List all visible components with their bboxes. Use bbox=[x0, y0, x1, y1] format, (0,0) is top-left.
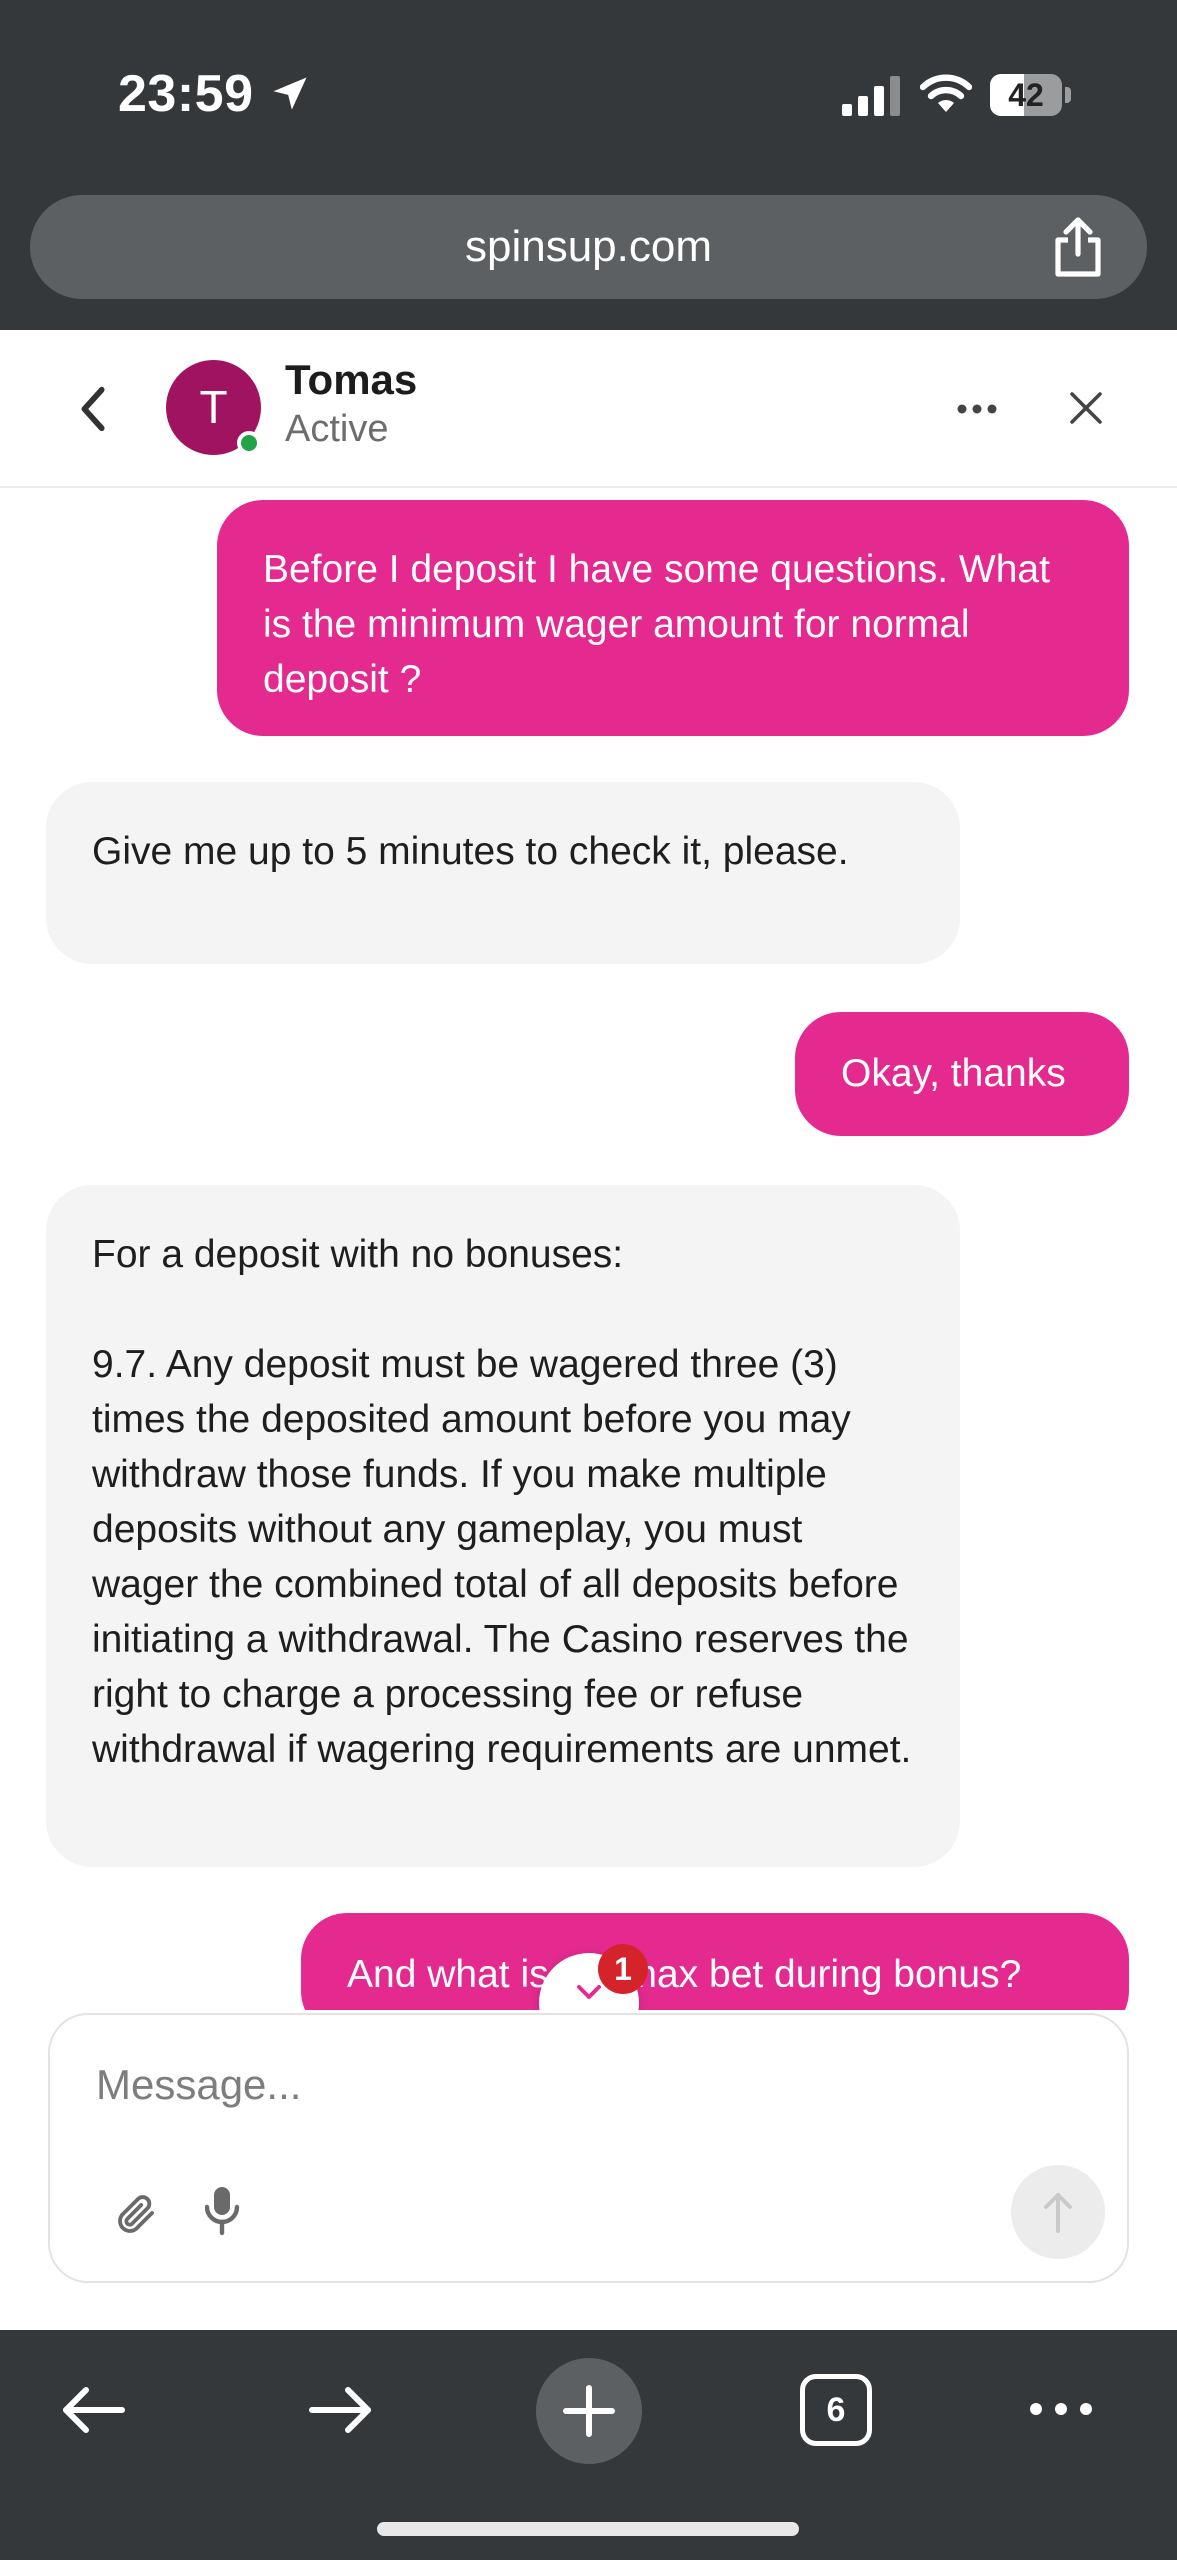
more-dots-icon[interactable] bbox=[952, 394, 1002, 424]
location-arrow-icon bbox=[273, 77, 307, 110]
agent-message: For a deposit with no bonuses: 9.7. Any … bbox=[46, 1185, 960, 1867]
message-list[interactable]: Before I deposit I have some questions. … bbox=[0, 490, 1177, 2010]
user-message: And what is the max bet during bonus? bbox=[301, 1913, 1129, 2010]
agent-name: Tomas bbox=[285, 356, 418, 403]
home-indicator bbox=[377, 2522, 799, 2536]
arrow-right-icon[interactable] bbox=[306, 2382, 376, 2438]
paperclip-icon[interactable] bbox=[112, 2190, 160, 2238]
battery-level: 42 bbox=[1008, 77, 1044, 113]
agent-message: Give me up to 5 minutes to check it, ple… bbox=[46, 782, 960, 964]
online-status-dot bbox=[237, 431, 261, 455]
url-text: spinsup.com bbox=[464, 222, 712, 271]
plus-icon bbox=[563, 2385, 615, 2437]
chat-header: T Tomas Active bbox=[0, 330, 1177, 488]
user-message: Okay, thanks bbox=[795, 1012, 1129, 1136]
browser-bottom-toolbar: 6 bbox=[0, 2330, 1177, 2560]
status-time: 23:59 bbox=[118, 65, 254, 123]
arrow-left-icon[interactable] bbox=[58, 2382, 128, 2438]
browser-top-chrome: 23:59 42 spinsup.com bbox=[0, 0, 1177, 330]
more-dots-icon[interactable] bbox=[1026, 2394, 1096, 2424]
microphone-icon[interactable] bbox=[202, 2185, 242, 2237]
agent-status: Active bbox=[285, 408, 389, 450]
user-message: Before I deposit I have some questions. … bbox=[217, 500, 1129, 736]
close-icon[interactable] bbox=[1066, 388, 1106, 428]
unread-badge: 1 bbox=[598, 1944, 648, 1994]
wifi-icon bbox=[920, 74, 972, 112]
share-icon[interactable] bbox=[1048, 216, 1108, 280]
message-composer bbox=[48, 2013, 1129, 2283]
tabs-icon[interactable]: 6 bbox=[800, 2374, 872, 2446]
back-chevron-icon[interactable] bbox=[72, 384, 116, 434]
send-arrow-icon bbox=[1044, 2193, 1072, 2233]
send-button[interactable] bbox=[1011, 2165, 1105, 2259]
signal-icon bbox=[842, 76, 900, 116]
battery-indicator: 42 bbox=[990, 74, 1071, 116]
message-input[interactable] bbox=[96, 2055, 1056, 2115]
url-bar[interactable]: spinsup.com bbox=[30, 195, 1147, 299]
new-tab-button[interactable] bbox=[536, 2358, 642, 2464]
